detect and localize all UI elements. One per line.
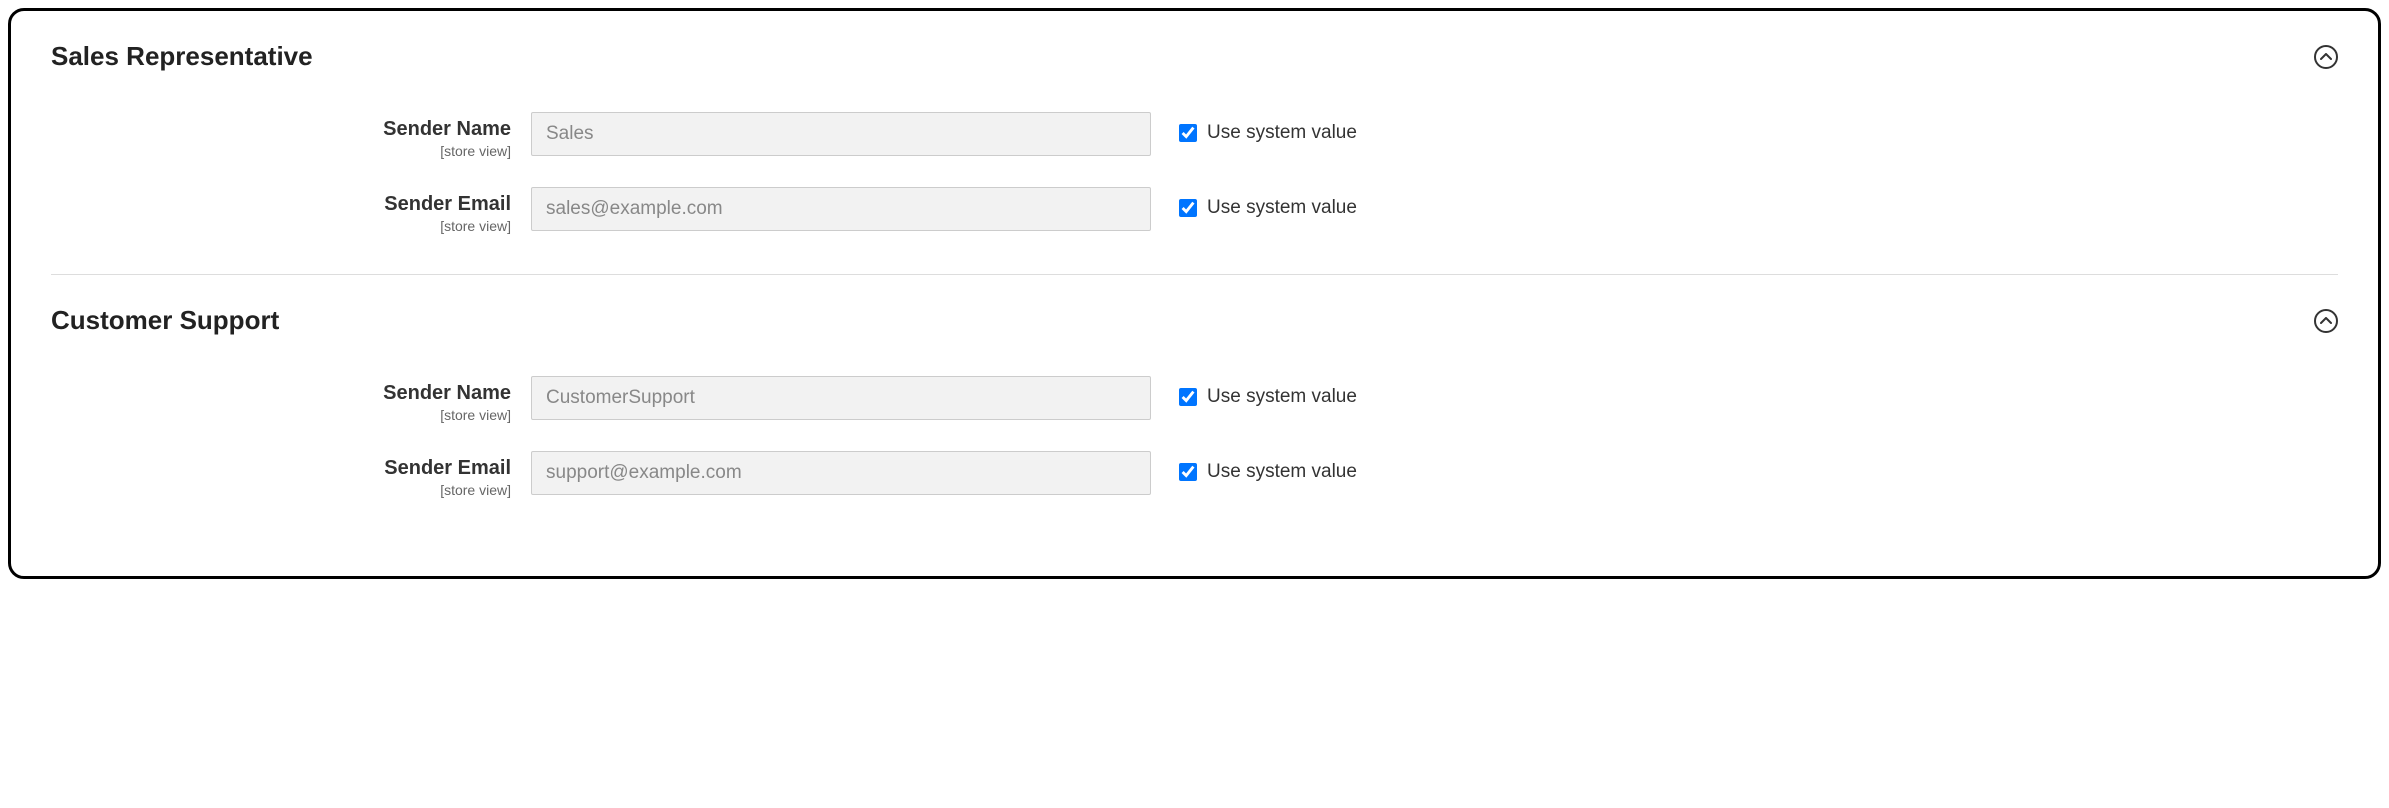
checkbox-column: Use system value [1151, 187, 1357, 219]
row-sales-sender-name: Sender Name [store view] Use system valu… [51, 112, 2338, 159]
label-column: Sender Email [store view] [51, 451, 531, 498]
settings-panel: Sales Representative Sender Name [store … [8, 8, 2381, 579]
input-column [531, 187, 1151, 231]
row-sales-sender-email: Sender Email [store view] Use system val… [51, 187, 2338, 234]
row-support-sender-email: Sender Email [store view] Use system val… [51, 451, 2338, 498]
field-label: Sender Email [51, 457, 511, 480]
support-sender-name-input[interactable] [531, 376, 1151, 420]
section-title: Sales Representative [51, 41, 313, 72]
use-system-checkbox-support-name[interactable] [1179, 388, 1197, 406]
section-sales-representative: Sales Representative Sender Name [store … [51, 41, 2338, 234]
use-system-checkbox-sales-email[interactable] [1179, 199, 1197, 217]
row-support-sender-name: Sender Name [store view] Use system valu… [51, 376, 2338, 423]
field-label: Sender Email [51, 193, 511, 216]
scope-label: [store view] [51, 482, 511, 498]
use-system-label[interactable]: Use system value [1207, 461, 1357, 483]
scope-label: [store view] [51, 218, 511, 234]
sales-sender-name-input[interactable] [531, 112, 1151, 156]
support-sender-email-input[interactable] [531, 451, 1151, 495]
chevron-up-icon [2314, 309, 2338, 333]
field-label: Sender Name [51, 382, 511, 405]
checkbox-column: Use system value [1151, 376, 1357, 408]
scope-label: [store view] [51, 143, 511, 159]
use-system-checkbox-sales-name[interactable] [1179, 124, 1197, 142]
section-customer-support: Customer Support Sender Name [store view… [51, 274, 2338, 498]
chevron-up-icon [2314, 45, 2338, 69]
section-header-sales-representative[interactable]: Sales Representative [51, 41, 2338, 72]
input-column [531, 112, 1151, 156]
input-column [531, 376, 1151, 420]
input-column [531, 451, 1151, 495]
use-system-checkbox-support-email[interactable] [1179, 463, 1197, 481]
section-title: Customer Support [51, 305, 279, 336]
label-column: Sender Email [store view] [51, 187, 531, 234]
label-column: Sender Name [store view] [51, 112, 531, 159]
use-system-label[interactable]: Use system value [1207, 386, 1357, 408]
section-header-customer-support[interactable]: Customer Support [51, 305, 2338, 336]
checkbox-column: Use system value [1151, 112, 1357, 144]
field-label: Sender Name [51, 118, 511, 141]
use-system-label[interactable]: Use system value [1207, 122, 1357, 144]
checkbox-column: Use system value [1151, 451, 1357, 483]
use-system-label[interactable]: Use system value [1207, 197, 1357, 219]
sales-sender-email-input[interactable] [531, 187, 1151, 231]
label-column: Sender Name [store view] [51, 376, 531, 423]
scope-label: [store view] [51, 407, 511, 423]
